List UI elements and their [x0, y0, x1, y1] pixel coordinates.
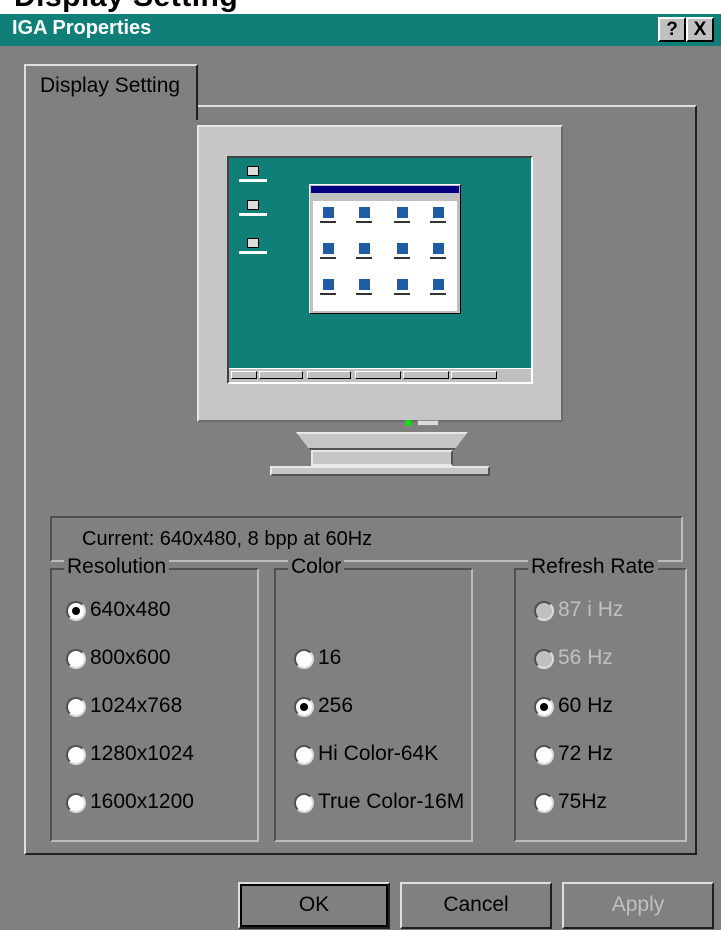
power-switch-icon	[417, 420, 439, 426]
dialog-window: IGA Properties ? X Display Setting Curre…	[0, 14, 721, 930]
current-setting-text: Current: 640x480, 8 bpp at 60Hz	[82, 528, 373, 550]
resolution-group: Resolution 640x480 800x600 1024x768 1280…	[50, 555, 259, 842]
mini-folder-icon	[429, 279, 447, 303]
mini-folder-icon	[355, 279, 373, 303]
mini-folder-icon	[393, 279, 411, 303]
monitor-preview	[197, 125, 563, 426]
refresh-rate-legend: Refresh Rate	[528, 555, 658, 579]
tab-display-setting-label: Display Setting	[40, 74, 181, 97]
my-computer-icon	[239, 166, 267, 196]
cropped-heading-text: Display Setting	[14, 0, 238, 14]
power-led-icon	[405, 420, 411, 426]
recycle-bin-icon	[239, 238, 267, 268]
close-button[interactable]: X	[686, 17, 714, 42]
cropped-heading: Display Setting	[0, 0, 721, 14]
monitor-neck	[296, 432, 468, 450]
mini-folder-icon	[355, 207, 373, 231]
monitor-screen	[227, 156, 533, 384]
mini-folder-icon	[355, 243, 373, 267]
mini-folder-icon	[429, 207, 447, 231]
ok-button[interactable]: OK	[238, 882, 390, 929]
mini-taskbar	[229, 368, 531, 382]
title-bar: IGA Properties ? X	[0, 14, 721, 46]
network-icon	[239, 200, 267, 230]
mini-folder-icon	[393, 243, 411, 267]
mini-folder-icon	[393, 207, 411, 231]
tab-display-setting[interactable]: Display Setting	[24, 64, 198, 120]
window-title: IGA Properties	[12, 17, 152, 39]
help-button[interactable]: ?	[658, 17, 686, 42]
color-group: Color 16 256 Hi Color-64K True Color-16M	[274, 555, 473, 842]
monitor-base	[270, 466, 490, 476]
color-legend: Color	[288, 555, 345, 579]
mini-folder-icon	[319, 243, 337, 267]
apply-button: Apply	[562, 882, 714, 929]
monitor-stem	[311, 450, 453, 466]
mini-window	[309, 184, 461, 314]
cancel-button[interactable]: Cancel	[400, 882, 552, 929]
refresh-rate-group: Refresh Rate 87 i Hz 56 Hz 60 Hz 72 Hz 7…	[514, 555, 687, 842]
mini-folder-icon	[319, 279, 337, 303]
mini-folder-icon	[319, 207, 337, 231]
mini-folder-icon	[429, 243, 447, 267]
resolution-legend: Resolution	[64, 555, 170, 579]
